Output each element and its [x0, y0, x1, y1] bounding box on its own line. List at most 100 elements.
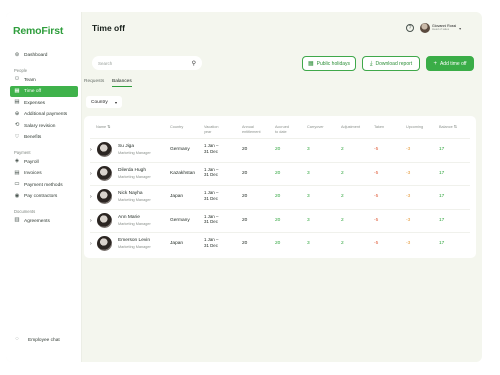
invoices-icon: ▤ — [14, 169, 20, 176]
sidebar-item-payment-methods[interactable]: ▭ Payment methods — [10, 180, 78, 191]
country-cell: Kazakhstan — [170, 170, 196, 176]
sidebar-item-expenses[interactable]: ▤ Expenses — [10, 98, 78, 109]
tab-requests[interactable]: Requests — [84, 79, 104, 84]
sidebar-item-label: Agreements — [24, 218, 50, 224]
sidebar-item-label: Invoices — [24, 171, 42, 176]
country-filter-select[interactable]: Country ▾ — [86, 96, 122, 108]
vacation-year-end: 31 Dec — [204, 148, 218, 154]
entitlement-cell: 20 — [242, 194, 248, 199]
adjustment-cell: 2 — [341, 241, 344, 246]
sidebar-item-team[interactable]: ⚇ Team — [10, 75, 78, 86]
row-divider — [90, 161, 470, 163]
sidebar-item-pay-contractors[interactable]: ◉ Pay contractors — [10, 191, 78, 202]
chevron-right-icon[interactable]: › — [90, 241, 92, 247]
sidebar-item-label: Time off — [24, 89, 42, 94]
plus-icon: + — [433, 60, 437, 67]
column-header: Upcoming — [406, 125, 423, 130]
search-input[interactable]: Search ⚲ — [92, 56, 202, 70]
table-row[interactable]: › Dilerda Hugh Marketing Manager Kazakhstan… — [84, 161, 476, 185]
benefits-icon: ♡ — [14, 133, 20, 140]
employee-name[interactable]: Dilerda Hugh — [118, 168, 146, 173]
country-cell: Germany — [170, 147, 190, 152]
column-header[interactable]: Name ⇅ — [96, 125, 110, 130]
payroll-icon: ◈ — [14, 158, 20, 165]
sidebar-item-label: Additional payments — [24, 112, 68, 117]
vacation-year-end: 31 Dec — [204, 195, 218, 201]
column-header[interactable]: Balance ⇅ — [439, 125, 457, 130]
employee-chat-button[interactable]: ◌ Employee chat — [14, 336, 60, 343]
section-label-documents: Documents — [14, 208, 36, 214]
team-icon: ⚇ — [14, 76, 20, 83]
chevron-right-icon[interactable]: › — [90, 218, 92, 224]
sidebar-item-invoices[interactable]: ▤ Invoices — [10, 168, 78, 179]
carryover-cell: 3 — [307, 194, 310, 199]
column-header: Carryover — [307, 125, 324, 130]
column-header-text: Balance ⇅ — [439, 125, 457, 129]
tab-balances[interactable]: Balances — [112, 79, 132, 84]
carryover-cell: 3 — [307, 147, 310, 152]
table-row[interactable]: › Ann Marie Marketing Manager Germany 1 Jan … — [84, 208, 476, 232]
column-header-text: Country — [170, 125, 184, 129]
sidebar-item-benefits[interactable]: ♡ Benefits — [10, 132, 78, 143]
entitlement-cell: 20 — [242, 217, 248, 223]
vacation-year-cell: 1 Jan –31 Dec — [204, 190, 218, 202]
employee-name[interactable]: Nick Nayha — [118, 191, 143, 196]
employee-name[interactable]: Su Jiga — [118, 144, 134, 149]
salary-icon: ⟲ — [14, 122, 20, 129]
sidebar-item-time-off[interactable]: ▦ Time off — [10, 86, 78, 97]
table-row[interactable]: › Emerson Levin Marketing Manager Japan 1 Ja… — [84, 232, 476, 255]
download-icon: ⤓ — [369, 60, 373, 67]
entitlement-cell: 20 — [242, 241, 248, 246]
column-header-text: Carryover — [307, 125, 324, 129]
chevron-right-icon[interactable]: › — [90, 194, 92, 200]
adjustment-cell: 2 — [341, 147, 344, 152]
column-header-text: Taken — [374, 125, 385, 129]
active-tab-indicator — [112, 86, 132, 87]
sidebar-item-payroll[interactable]: ◈ Payroll — [10, 157, 78, 168]
adjustment-cell: 2 — [341, 217, 344, 223]
sidebar-item-label: Pay contractors — [24, 194, 58, 199]
employee-name[interactable]: Ann Marie — [118, 215, 140, 220]
sidebar-item-label: Salary revision — [24, 123, 56, 129]
country-cell: Japan — [170, 241, 184, 246]
public-holidays-button[interactable]: ▦ Public holidays — [302, 56, 356, 71]
accrued-cell: 20 — [275, 147, 281, 152]
sidebar-item-label: Payroll — [24, 159, 39, 165]
public-holidays-label: Public holidays — [316, 60, 351, 67]
sidebar: RemoFirst ⊚ Dashboard People ⚇ Team ▦ Time off… — [6, 12, 82, 362]
vacation-year-end: 31 Dec — [204, 172, 218, 178]
user-profile-menu[interactable]: Giovanni Rossi Head of sales ▾ — [420, 22, 476, 34]
taken-cell: -5 — [374, 170, 379, 176]
sidebar-item-salary-revision[interactable]: ⟲ Salary revision — [10, 121, 78, 132]
download-report-button[interactable]: ⤓ Download report — [362, 56, 420, 71]
employee-name[interactable]: Emerson Levin — [118, 238, 150, 243]
vacation-year-end: 31 Dec — [204, 219, 218, 225]
taken-cell: -5 — [374, 241, 379, 246]
sidebar-item-dashboard[interactable]: ⊚ Dashboard — [10, 50, 78, 61]
employee-role: Marketing Manager — [118, 151, 151, 155]
entitlement-cell: 20 — [242, 170, 248, 176]
sidebar-item-agreements[interactable]: ▥ Agreements — [10, 216, 78, 227]
upcoming-cell: -3 — [406, 147, 411, 152]
sidebar-item-label: Benefits — [24, 135, 42, 140]
accrued-cell: 20 — [275, 217, 281, 223]
vacation-year-cell: 1 Jan –31 Dec — [204, 167, 218, 179]
vacation-year-cell: 1 Jan –31 Dec — [204, 214, 218, 226]
balance-cell: 17 — [439, 241, 445, 246]
chat-icon: ◌ — [15, 336, 19, 343]
employee-chat-label: Employee chat — [28, 337, 60, 343]
calendar-icon: ▦ — [14, 87, 20, 94]
chevron-right-icon[interactable]: › — [90, 147, 92, 153]
table-row[interactable]: › Su Jiga Marketing Manager Germany 1 Jan –3… — [84, 138, 476, 161]
sidebar-item-additional-payments[interactable]: ⊕ Additional payments — [10, 109, 78, 120]
country-cell: Japan — [170, 194, 184, 199]
entitlement-cell: 20 — [242, 147, 248, 152]
chevron-down-icon: ▾ — [459, 25, 462, 31]
add-time-off-button[interactable]: + Add time off — [426, 56, 474, 71]
country-cell: Germany — [170, 217, 190, 223]
table-row[interactable]: › Nick Nayha Marketing Manager Japan 1 Jan –… — [84, 185, 476, 208]
chevron-right-icon[interactable]: › — [90, 171, 92, 177]
row-divider — [90, 208, 470, 210]
carryover-cell: 3 — [307, 170, 310, 176]
help-icon[interactable]: ? — [406, 24, 414, 32]
